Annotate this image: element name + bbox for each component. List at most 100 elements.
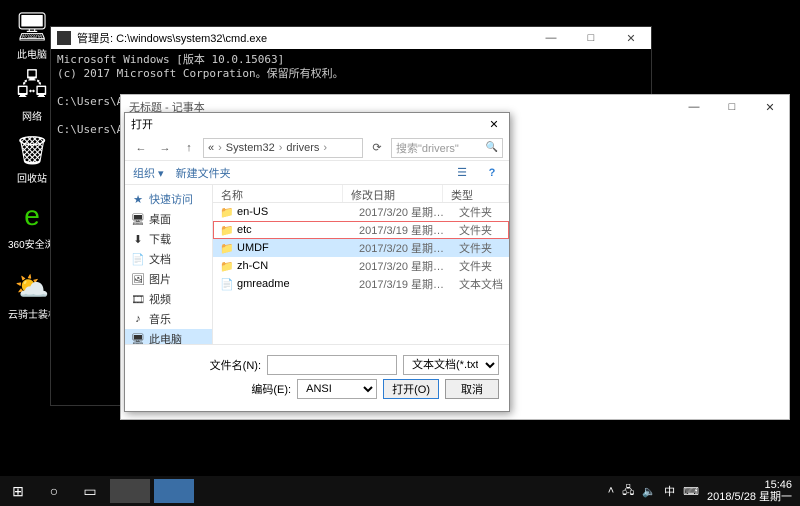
file-type: 文件夹 bbox=[459, 258, 509, 274]
close-icon[interactable]: ✕ bbox=[485, 118, 503, 131]
col-type[interactable]: 类型 bbox=[443, 185, 509, 202]
cmd-titlebar[interactable]: 管理员: C:\windows\system32\cmd.exe — □ ✕ bbox=[51, 27, 651, 49]
file-row[interactable]: 📁etc2017/3/19 星期…文件夹 bbox=[213, 221, 509, 239]
cmd-title: 管理员: C:\windows\system32\cmd.exe bbox=[77, 30, 531, 46]
file-date: 2017/3/19 星期… bbox=[359, 276, 459, 292]
app-icon: 🖥 bbox=[14, 8, 50, 44]
file-name: etc bbox=[235, 224, 359, 236]
folder-icon: ♪ bbox=[131, 312, 145, 326]
app-icon: ⛅ bbox=[14, 268, 50, 304]
new-folder-button[interactable]: 新建文件夹 bbox=[176, 165, 231, 181]
folder-icon: 📁 bbox=[219, 205, 235, 219]
maximize-button[interactable]: □ bbox=[713, 95, 751, 119]
folder-icon: 🖥 bbox=[131, 332, 145, 344]
dialog-titlebar[interactable]: 打开 ✕ bbox=[125, 113, 509, 135]
breadcrumb-seg[interactable]: System32 bbox=[226, 142, 275, 154]
start-button[interactable]: ⊞ bbox=[0, 476, 36, 506]
sidebar-item-视频[interactable]: 🎞视频 bbox=[125, 289, 212, 309]
breadcrumb-seg[interactable]: drivers bbox=[286, 142, 319, 154]
breadcrumb[interactable]: « › System32 › drivers › bbox=[203, 138, 363, 158]
file-type: 文件夹 bbox=[459, 204, 509, 220]
clock[interactable]: 15:46 2018/5/28 星期一 bbox=[707, 479, 792, 503]
search-input[interactable]: 搜索"drivers" 🔍 bbox=[391, 138, 503, 158]
keyboard-icon[interactable]: ⌨ bbox=[683, 485, 699, 498]
folder-icon: ⬇ bbox=[131, 232, 145, 246]
ime-icon[interactable]: 中 bbox=[664, 483, 675, 499]
sidebar-item-快速访问[interactable]: ★快速访问 bbox=[125, 189, 212, 209]
toolbar: 组织 ▾ 新建文件夹 ☰ ? bbox=[125, 161, 509, 185]
app-icon: e bbox=[14, 198, 50, 234]
sidebar-label: 图片 bbox=[149, 271, 171, 287]
refresh-button[interactable]: ⟳ bbox=[367, 138, 387, 158]
folder-icon: 📄 bbox=[131, 252, 145, 266]
taskbar: ⊞ ○ ▭ ˄ 🖧 🔈 中 ⌨ 15:46 2018/5/28 星期一 bbox=[0, 476, 800, 506]
icon-label: 网络 bbox=[8, 108, 56, 123]
file-name: zh-CN bbox=[235, 260, 359, 272]
sidebar-label: 音乐 bbox=[149, 311, 171, 327]
back-button[interactable]: ← bbox=[131, 138, 151, 158]
taskview-button[interactable]: ▭ bbox=[72, 476, 108, 506]
breadcrumb-root[interactable]: « bbox=[208, 142, 214, 154]
file-name: UMDF bbox=[235, 242, 359, 254]
sidebar: ★快速访问🖥桌面⬇下载📄文档🖼图片🎞视频♪音乐🖥此电脑🖧网络 bbox=[125, 185, 213, 344]
encoding-label: 编码(E): bbox=[251, 381, 291, 397]
desktop-icon-360安全浏览器[interactable]: e360安全浏览器 bbox=[8, 198, 56, 251]
close-button[interactable]: ✕ bbox=[611, 27, 651, 49]
filename-input[interactable] bbox=[267, 355, 397, 375]
sidebar-label: 此电脑 bbox=[149, 331, 182, 344]
file-date: 2017/3/20 星期… bbox=[359, 258, 459, 274]
maximize-button[interactable]: □ bbox=[571, 27, 611, 49]
sidebar-item-此电脑[interactable]: 🖥 此电脑 bbox=[125, 329, 212, 344]
icon-label: 此电脑 bbox=[8, 46, 56, 61]
desktop-icon-此电脑[interactable]: 🖥 此电脑 bbox=[8, 8, 56, 61]
minimize-button[interactable]: — bbox=[675, 95, 713, 119]
search-icon: 🔍 bbox=[486, 142, 498, 153]
chevron-icon: › bbox=[218, 142, 222, 154]
file-list[interactable]: 📁en-US2017/3/20 星期…文件夹📁etc2017/3/19 星期…文… bbox=[213, 203, 509, 344]
sidebar-item-下载[interactable]: ⬇ 下载 bbox=[125, 229, 212, 249]
cortana-button[interactable]: ○ bbox=[36, 476, 72, 506]
time: 15:46 bbox=[707, 479, 792, 491]
up-button[interactable]: ↑ bbox=[179, 138, 199, 158]
app-icon: 🖧 bbox=[14, 70, 50, 106]
volume-icon[interactable]: 🔈 bbox=[642, 485, 656, 498]
file-date: 2017/3/20 星期… bbox=[359, 240, 459, 256]
organize-button[interactable]: 组织 ▾ bbox=[133, 165, 164, 181]
file-type: 文本文档 bbox=[459, 276, 509, 292]
chevron-icon: › bbox=[323, 142, 327, 154]
desktop-icon-云骑士装机大师[interactable]: ⛅云骑士装机大师 bbox=[8, 268, 56, 321]
sidebar-item-图片[interactable]: 🖼图片 bbox=[125, 269, 212, 289]
col-name[interactable]: 名称 bbox=[213, 185, 343, 202]
column-headers[interactable]: 名称 修改日期 类型 bbox=[213, 185, 509, 203]
sidebar-label: 视频 bbox=[149, 291, 171, 307]
document-icon: 📄 bbox=[219, 277, 235, 291]
file-name: en-US bbox=[235, 206, 359, 218]
file-row[interactable]: 📁zh-CN2017/3/20 星期…文件夹 bbox=[213, 257, 509, 275]
date: 2018/5/28 星期一 bbox=[707, 491, 792, 503]
file-filter-select[interactable]: 文本文档(*.txt) bbox=[403, 355, 499, 375]
chevron-icon: › bbox=[279, 142, 283, 154]
encoding-select[interactable]: ANSI bbox=[297, 379, 377, 399]
view-button[interactable]: ☰ bbox=[453, 166, 471, 179]
file-date: 2017/3/20 星期… bbox=[359, 204, 459, 220]
network-icon[interactable]: 🖧 bbox=[622, 482, 634, 501]
minimize-button[interactable]: — bbox=[531, 27, 571, 49]
file-row[interactable]: 📁UMDF2017/3/20 星期…文件夹 bbox=[213, 239, 509, 257]
help-button[interactable]: ? bbox=[483, 167, 501, 179]
sidebar-item-文档[interactable]: 📄文档 bbox=[125, 249, 212, 269]
task-item-notepad[interactable] bbox=[154, 479, 194, 503]
forward-button[interactable]: → bbox=[155, 138, 175, 158]
tray-up-icon[interactable]: ˄ bbox=[608, 485, 614, 497]
sidebar-label: 下载 bbox=[149, 231, 171, 247]
file-row[interactable]: 📄gmreadme2017/3/19 星期…文本文档 bbox=[213, 275, 509, 293]
open-button[interactable]: 打开(O) bbox=[383, 379, 439, 399]
desktop-icon-回收站[interactable]: 🗑回收站 bbox=[8, 132, 56, 185]
close-button[interactable]: ✕ bbox=[751, 95, 789, 119]
col-date[interactable]: 修改日期 bbox=[343, 185, 443, 202]
cancel-button[interactable]: 取消 bbox=[445, 379, 499, 399]
file-row[interactable]: 📁en-US2017/3/20 星期…文件夹 bbox=[213, 203, 509, 221]
sidebar-item-音乐[interactable]: ♪ 音乐 bbox=[125, 309, 212, 329]
desktop-icon-网络[interactable]: 🖧 网络 bbox=[8, 70, 56, 123]
sidebar-item-桌面[interactable]: 🖥桌面 bbox=[125, 209, 212, 229]
task-item-cmd[interactable] bbox=[110, 479, 150, 503]
